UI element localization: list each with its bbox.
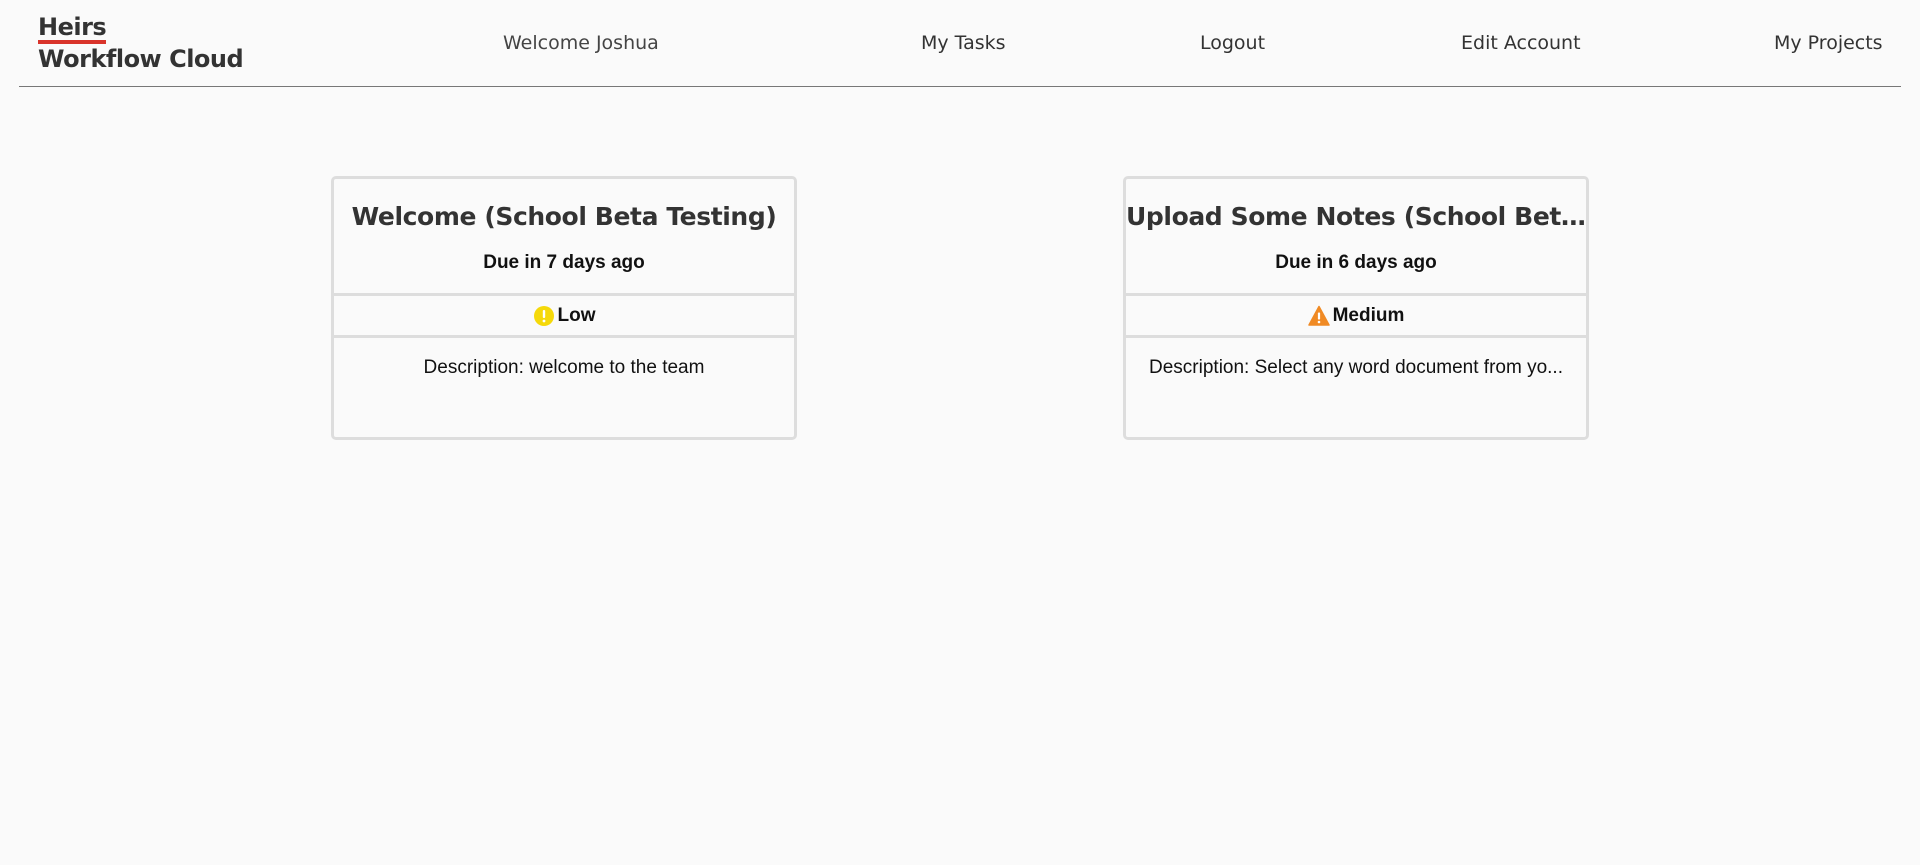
task-priority-label: Medium xyxy=(1332,304,1405,326)
brand-subtitle: Workflow Cloud xyxy=(38,45,244,73)
warning-triangle-icon xyxy=(1307,305,1330,326)
brand-name: Heirs xyxy=(38,14,107,44)
nav-edit-account-link[interactable]: Edit Account xyxy=(1461,30,1581,56)
task-card[interactable]: Upload Some Notes (School Beta ... Due i… xyxy=(1123,176,1589,440)
exclamation-circle-icon xyxy=(533,305,554,326)
nav-my-projects-link[interactable]: My Projects xyxy=(1774,30,1883,56)
brand-logo[interactable]: Heirs Workflow Cloud xyxy=(38,12,244,74)
task-card[interactable]: Welcome (School Beta Testing) Due in 7 d… xyxy=(331,176,797,440)
welcome-message: Welcome Joshua xyxy=(503,32,659,54)
top-navbar: Heirs Workflow Cloud Welcome Joshua My T… xyxy=(19,0,1901,87)
task-description: Description: Select any word document fr… xyxy=(1149,357,1563,378)
task-priority: Low xyxy=(334,296,794,338)
task-priority-label: Low xyxy=(557,304,596,326)
nav-my-tasks-link[interactable]: My Tasks xyxy=(921,30,1006,56)
task-due-date: Due in 7 days ago xyxy=(483,252,645,273)
task-due-date: Due in 6 days ago xyxy=(1275,252,1437,273)
task-priority: Medium xyxy=(1126,296,1586,338)
task-card-header: Welcome (School Beta Testing) Due in 7 d… xyxy=(334,179,794,296)
task-card-header: Upload Some Notes (School Beta ... Due i… xyxy=(1126,179,1586,296)
task-description: Description: welcome to the team xyxy=(423,357,705,378)
nav-logout-link[interactable]: Logout xyxy=(1200,30,1265,56)
task-title: Upload Some Notes (School Beta ... xyxy=(1126,202,1586,231)
task-title: Welcome (School Beta Testing) xyxy=(351,202,777,231)
